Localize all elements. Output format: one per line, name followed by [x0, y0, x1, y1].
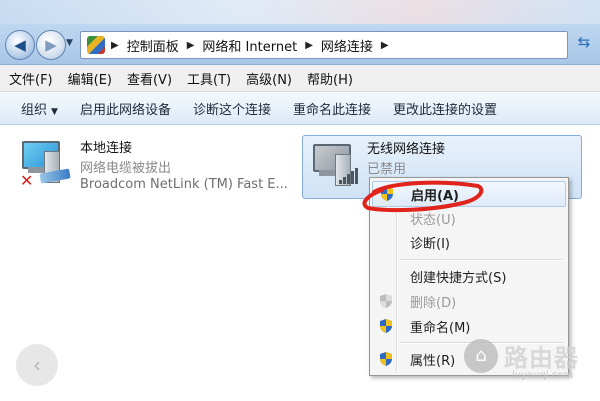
- context-diagnose[interactable]: 诊断(I): [372, 230, 566, 254]
- chevron-right-icon[interactable]: ▶: [111, 40, 119, 51]
- control-panel-icon: [87, 36, 105, 54]
- menu-view[interactable]: 查看(V): [118, 69, 178, 88]
- menu-file[interactable]: 文件(F): [0, 69, 59, 88]
- connection-device: Broadcom NetLink (TM) Fast E...: [80, 177, 288, 192]
- menu-bar: 文件(F) 编辑(E) 查看(V) 工具(T) 高级(N) 帮助(H): [0, 65, 600, 92]
- error-x-icon: ✕: [20, 171, 34, 190]
- context-rename[interactable]: 重命名(M): [372, 314, 566, 338]
- chevron-right-icon[interactable]: ▶: [187, 40, 195, 51]
- watermark: ⌂ 路由器: [464, 338, 579, 373]
- context-status-label: 状态(U): [410, 212, 456, 228]
- connection-name: 无线网络连接: [367, 142, 446, 157]
- history-dropdown-button[interactable]: ▼: [66, 38, 73, 48]
- arrow-right-icon: ▶: [45, 36, 57, 54]
- connection-name: 本地连接: [80, 141, 133, 156]
- context-create-shortcut[interactable]: 创建快捷方式(S): [372, 264, 566, 288]
- uac-shield-icon: [378, 351, 394, 367]
- window-titlebar: ◀ ▶ ▼ ▶ 控制面板 ▶ 网络和 Internet ▶ 网络连接 ▶ ⇆: [0, 0, 600, 65]
- computer-disconnected-icon: ✕: [18, 141, 71, 190]
- menu-tools[interactable]: 工具(T): [178, 69, 237, 88]
- uac-shield-icon: [378, 318, 394, 334]
- computer-wireless-icon: [309, 144, 358, 188]
- connection-status: 网络电缆被拔出: [80, 161, 172, 176]
- caret-down-icon: ▼: [51, 106, 58, 117]
- title-background: [0, 0, 600, 24]
- rename-button[interactable]: 重命名此连接: [282, 99, 382, 118]
- context-enable[interactable]: 启用(A): [372, 181, 566, 207]
- chevron-left-icon: ‹: [33, 353, 41, 377]
- uac-shield-disabled-icon: [378, 293, 394, 309]
- context-delete[interactable]: 删除(D): [372, 289, 566, 313]
- forward-button[interactable]: ▶: [36, 30, 66, 60]
- arrow-left-icon: ◀: [14, 36, 26, 54]
- context-delete-label: 删除(D): [410, 295, 457, 311]
- context-diagnose-label: 诊断(I): [410, 236, 450, 252]
- connection-item-lan[interactable]: ✕ 本地连接 网络电缆被拔出 Broadcom NetLink (TM) Fas…: [18, 137, 308, 197]
- chevron-right-icon[interactable]: ▶: [381, 40, 389, 51]
- refresh-icon: ⇆: [577, 33, 591, 51]
- signal-bars-icon: [339, 168, 358, 184]
- back-circle-button[interactable]: ‹: [16, 344, 58, 386]
- watermark-text: 路由器: [504, 344, 579, 372]
- organize-button[interactable]: 组织 ▼: [0, 99, 69, 118]
- menu-help[interactable]: 帮助(H): [298, 69, 359, 88]
- chevron-right-icon[interactable]: ▶: [305, 40, 313, 51]
- change-settings-button[interactable]: 更改此连接的设置: [382, 99, 508, 118]
- breadcrumb-control-panel[interactable]: 控制面板: [127, 36, 179, 55]
- context-rename-label: 重命名(M): [410, 320, 471, 336]
- address-bar[interactable]: ▶ 控制面板 ▶ 网络和 Internet ▶ 网络连接 ▶: [80, 31, 568, 59]
- command-bar: 组织 ▼ 启用此网络设备 诊断这个连接 重命名此连接 更改此连接的设置: [0, 92, 600, 125]
- context-enable-label: 启用(A): [411, 188, 459, 204]
- menu-edit[interactable]: 编辑(E): [59, 69, 118, 88]
- organize-label: 组织: [21, 102, 48, 118]
- enable-device-button[interactable]: 启用此网络设备: [69, 99, 182, 118]
- breadcrumb-network-connections[interactable]: 网络连接: [321, 36, 373, 55]
- diagnose-button[interactable]: 诊断这个连接: [182, 99, 282, 118]
- uac-shield-icon: [379, 186, 395, 202]
- menu-advanced[interactable]: 高级(N): [237, 69, 298, 88]
- context-create-shortcut-label: 创建快捷方式(S): [410, 270, 507, 286]
- breadcrumb-network-internet[interactable]: 网络和 Internet: [202, 36, 297, 55]
- menu-divider: [400, 259, 562, 261]
- watermark-url: luyouqi.com: [512, 370, 574, 381]
- refresh-button[interactable]: ⇆: [572, 33, 596, 55]
- router-logo-icon: ⌂: [464, 338, 498, 373]
- connection-status: 已禁用: [367, 162, 407, 177]
- back-button[interactable]: ◀: [5, 30, 35, 60]
- context-status[interactable]: 状态(U): [372, 206, 566, 230]
- context-properties-label: 属性(R): [410, 353, 456, 369]
